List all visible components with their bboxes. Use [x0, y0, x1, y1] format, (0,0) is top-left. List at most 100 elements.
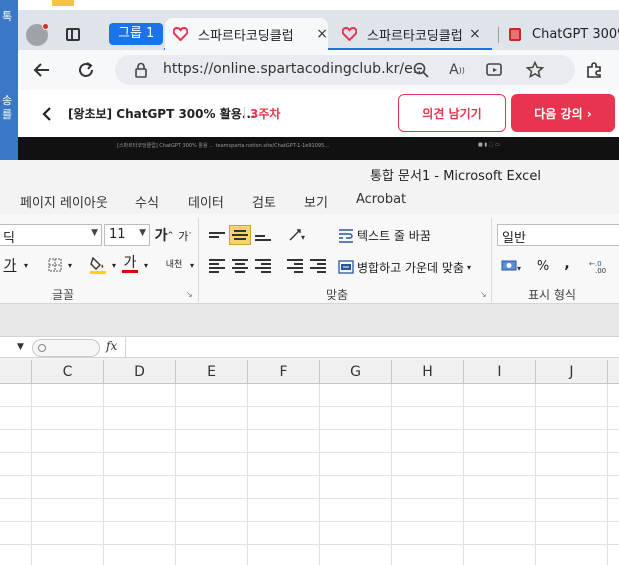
dropdown-arrow-icon[interactable]: ▾ [110, 260, 118, 270]
number-format-combo[interactable]: 일반 [497, 224, 619, 246]
gridline [0, 475, 619, 476]
immersive-reader-icon[interactable] [485, 60, 505, 80]
font-size-value: 11 [109, 227, 126, 242]
dropdown-arrow-icon[interactable]: ▾ [142, 260, 150, 270]
dropdown-arrow-icon: ▾ [467, 262, 472, 272]
tab-review[interactable]: 검토 [252, 192, 276, 211]
column-header-g[interactable]: G [320, 360, 392, 384]
align-top-icon[interactable] [206, 225, 228, 245]
notion-favicon-icon [508, 27, 522, 42]
accounting-format-icon[interactable]: ▾ [500, 256, 526, 276]
align-right-icon[interactable] [252, 256, 274, 276]
column-header-d[interactable]: D [104, 360, 176, 384]
window-title: 통합 문서1 - Microsoft Excel [370, 169, 541, 184]
tab-actions-icon[interactable] [66, 28, 80, 41]
tab-page-layout[interactable]: 페이지 레이아웃 [20, 192, 108, 211]
tab-spartacoding-2[interactable]: 스파르타코딩클럽 × [334, 18, 494, 50]
dropdown-arrow-icon[interactable]: ▾ [22, 260, 30, 270]
phonetic-guide-button[interactable]: 내천 [162, 254, 186, 276]
align-center-icon[interactable] [229, 256, 251, 276]
video-controls-icon[interactable]: ■ ▮ ⬚ ▭ [478, 142, 500, 148]
align-left-icon[interactable] [206, 256, 228, 276]
formula-bar: ▼ fx [0, 336, 619, 358]
lock-icon[interactable] [131, 60, 151, 80]
group-divider [491, 218, 492, 302]
address-bar[interactable]: https://online.spartacodingclub.kr/e... … [115, 55, 575, 85]
tab-view[interactable]: 보기 [304, 192, 328, 211]
shrink-font-label: 가 [178, 230, 189, 243]
column-header-k[interactable] [608, 360, 619, 384]
column-header-e[interactable]: E [176, 360, 248, 384]
svg-text:▾: ▾ [517, 264, 521, 273]
tab-chatgpt[interactable]: ChatGPT 300% [500, 18, 619, 50]
divider [244, 107, 245, 119]
align-middle-icon[interactable] [229, 225, 251, 245]
wrap-text-button[interactable]: 텍스트 줄 바꿈 [338, 224, 431, 246]
gridline [0, 544, 619, 545]
column-header-f[interactable]: F [248, 360, 320, 384]
column-header-i[interactable]: I [464, 360, 536, 384]
close-tab-icon[interactable]: × [316, 26, 328, 42]
ribbon: 딕 ▼ 11 ▼ 가 ^ 가ˇ 가 ▾ ▾ ▾ 가 ▾ 내천 ▾ 글꼴 ↘ ▾ … [0, 214, 619, 304]
dropdown-arrow-icon[interactable]: ▾ [66, 260, 74, 270]
feedback-button[interactable]: 의견 남기기 [398, 94, 506, 132]
column-header-j[interactable]: J [536, 360, 608, 384]
zoom-icon[interactable] [411, 60, 431, 80]
fill-color-icon[interactable] [88, 254, 108, 276]
column-headers: C D E F G H I J [0, 360, 619, 384]
video-player[interactable]: [스파르타코딩클럽] ChatGPT 300% 활용 ... teamspart… [18, 137, 619, 160]
desktop-background: 톡 송 를 [0, 0, 18, 160]
tab-title: ChatGPT 300% [532, 26, 619, 42]
chevron-left-icon[interactable] [42, 106, 52, 126]
underline-button[interactable]: 가 [0, 254, 20, 276]
font-color-swatch [122, 269, 138, 273]
tab-group-label[interactable]: 그룹 1 [109, 23, 164, 45]
url-text[interactable]: https://online.spartacodingclub.kr/e... [163, 61, 426, 77]
grow-font-button[interactable]: 가 ^ [154, 224, 174, 246]
borders-icon[interactable] [46, 256, 64, 274]
font-color-button[interactable]: 가 [120, 253, 140, 275]
underline-label: 가 [3, 258, 17, 274]
extensions-icon[interactable] [582, 58, 606, 82]
wrap-text-label: 텍스트 줄 바꿈 [357, 228, 431, 243]
refresh-icon[interactable] [74, 58, 98, 82]
column-header-h[interactable]: H [392, 360, 464, 384]
dropdown-arrow-icon: ▼ [139, 228, 146, 238]
formula-bar-controls[interactable] [32, 339, 100, 357]
worksheet-grid[interactable] [0, 384, 619, 565]
font-size-combo[interactable]: 11 ▼ [104, 224, 150, 246]
tab-formulas[interactable]: 수식 [135, 192, 159, 211]
merge-center-button[interactable]: 병합하고 가운데 맞춤 ▾ [338, 256, 471, 278]
group-label-alignment: 맞춤 [326, 288, 349, 302]
increase-decimal-icon[interactable]: ←.0.00 [588, 256, 616, 276]
shrink-font-button[interactable]: 가ˇ [176, 226, 194, 246]
tab-acrobat[interactable]: Acrobat [356, 192, 406, 207]
favorite-star-icon[interactable] [525, 60, 545, 80]
column-header-blank[interactable] [0, 360, 32, 384]
heart-favicon-icon [342, 27, 357, 42]
insert-function-icon[interactable]: fx [106, 339, 117, 353]
percent-style-button[interactable]: % [534, 256, 552, 276]
tab-strip: 그룹 1 스파르타코딩클럽 × 스파르타코딩클럽 × ChatGPT 300% [18, 10, 619, 50]
dropdown-arrow-icon[interactable]: ▾ [188, 260, 196, 270]
font-name-combo[interactable]: 딕 ▼ [0, 224, 102, 246]
column-header-c[interactable]: C [32, 360, 104, 384]
svg-text:.00: .00 [595, 267, 606, 274]
back-arrow-icon[interactable] [30, 58, 54, 82]
font-color-label: 가 [123, 254, 137, 271]
dialog-launcher-icon[interactable]: ↘ [480, 290, 487, 299]
ribbon-collapse-area [0, 304, 619, 336]
read-aloud-icon[interactable]: A)) [447, 60, 467, 80]
tab-spartacoding-1[interactable]: 스파르타코딩클럽 × [165, 18, 328, 50]
comma-style-button[interactable]: , [560, 254, 574, 274]
align-bottom-icon[interactable] [252, 225, 274, 245]
dialog-launcher-icon[interactable]: ↘ [186, 290, 193, 299]
next-lecture-button[interactable]: 다음 강의 › [511, 94, 615, 132]
orientation-icon[interactable]: ▾ [286, 225, 312, 245]
close-tab-icon[interactable]: × [469, 26, 481, 42]
ribbon-tabs: 페이지 레이아웃 수식 데이터 검토 보기 Acrobat [0, 186, 619, 214]
name-box-dropdown-icon[interactable]: ▼ [17, 342, 24, 352]
increase-indent-icon[interactable] [307, 256, 329, 276]
decrease-indent-icon[interactable] [284, 256, 306, 276]
tab-data[interactable]: 데이터 [188, 192, 224, 211]
